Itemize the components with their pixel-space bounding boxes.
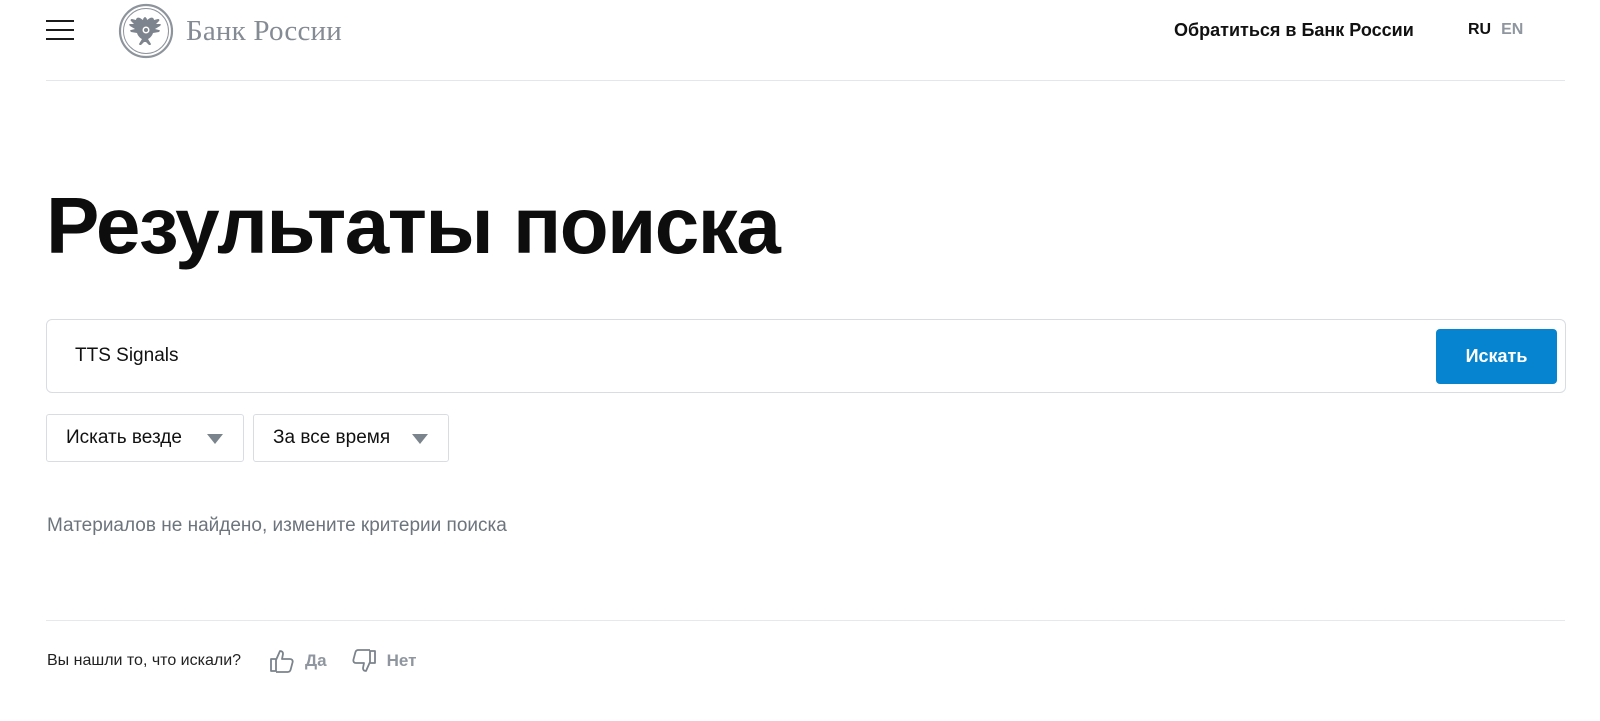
chevron-down-icon [412, 434, 428, 444]
lang-en[interactable]: EN [1501, 21, 1523, 39]
logo[interactable]: Банк России [118, 2, 342, 60]
search-input[interactable] [75, 320, 1375, 392]
page: Банк России Обратиться в Банк России RU … [0, 0, 1600, 721]
feedback-yes-label: Да [305, 651, 327, 670]
period-select[interactable]: За все время [253, 414, 449, 462]
language-switcher: RU EN [1468, 21, 1523, 39]
divider [46, 620, 1565, 621]
contact-bank-link[interactable]: Обратиться в Банк России [1174, 20, 1414, 41]
feedback-no-button[interactable]: Нет [351, 648, 417, 674]
menu-icon[interactable] [46, 18, 74, 40]
feedback-bar: Вы нашли то, что искали? Да Нет [47, 645, 416, 677]
scope-select-value: Искать везде [66, 427, 182, 448]
chevron-down-icon [207, 434, 223, 444]
period-select-value: За все время [273, 427, 391, 448]
double-headed-eagle-icon [118, 3, 174, 59]
thumbs-up-icon [270, 650, 294, 673]
site-header: Банк России Обратиться в Банк России RU … [46, 0, 1565, 81]
scope-select[interactable]: Искать везде [46, 414, 244, 462]
search-box: Искать [46, 319, 1566, 393]
search-button[interactable]: Искать [1436, 329, 1557, 384]
no-results-message: Материалов не найдено, измените критерии… [47, 515, 507, 536]
page-title: Результаты поиска [46, 181, 781, 270]
feedback-no-label: Нет [386, 651, 417, 670]
lang-ru[interactable]: RU [1468, 21, 1491, 39]
thumbs-down-icon [352, 649, 376, 672]
feedback-yes-button[interactable]: Да [269, 648, 327, 674]
feedback-question: Вы нашли то, что искали? [47, 652, 242, 669]
logo-text: Банк России [186, 14, 342, 47]
